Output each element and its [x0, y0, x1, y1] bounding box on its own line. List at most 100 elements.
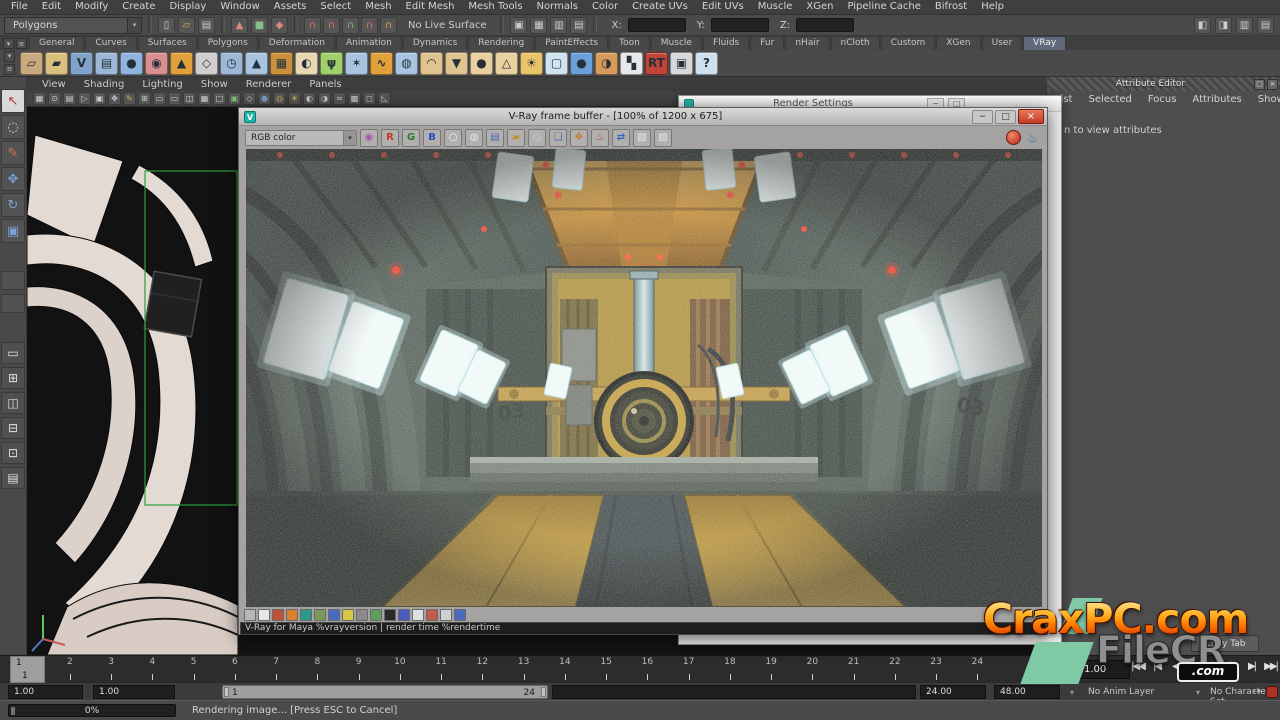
- viewport-menu-item[interactable]: Show: [192, 78, 237, 91]
- move-tool[interactable]: ✥: [1, 167, 25, 191]
- vfb-history-a-icon[interactable]: [272, 609, 284, 621]
- ambient-occlusion-icon[interactable]: ◑: [318, 92, 331, 105]
- timeline-frame[interactable]: 13: [503, 656, 544, 683]
- select-camera-icon[interactable]: ▦: [33, 92, 46, 105]
- select-hierarchy-icon[interactable]: ▲: [231, 17, 248, 34]
- timeline-frame[interactable]: 24: [957, 656, 998, 683]
- animation-start-field[interactable]: 1.00: [8, 685, 83, 699]
- vray-light-cage-icon[interactable]: ◇: [195, 52, 218, 75]
- timeline-frame[interactable]: 10: [379, 656, 420, 683]
- vray-hair-icon[interactable]: ∿: [370, 52, 393, 75]
- open-scene-icon[interactable]: ▱: [178, 17, 195, 34]
- vfb-region-render-icon[interactable]: ▧: [633, 129, 651, 147]
- vray-sun-icon[interactable]: ☀: [520, 52, 543, 75]
- vray-frame-buffer-window[interactable]: V V-Ray frame buffer - [100% of 1200 x 6…: [238, 107, 1048, 635]
- menu-item[interactable]: Normals: [530, 0, 585, 14]
- menu-item[interactable]: Display: [162, 0, 213, 14]
- viewport-menu-item[interactable]: Renderer: [237, 78, 301, 91]
- menuset-dropdown[interactable]: Polygons ▾: [4, 17, 142, 34]
- vray-dome-sphere-icon[interactable]: ◐: [295, 52, 318, 75]
- shelf-tab[interactable]: PaintEffects: [535, 36, 608, 50]
- timeline-frame[interactable]: 20: [792, 656, 833, 683]
- snap-live-surface-icon[interactable]: ∩: [380, 17, 397, 34]
- timeline-frame[interactable]: 7: [256, 656, 297, 683]
- safe-title-icon[interactable]: ▣: [228, 92, 241, 105]
- safe-action-icon[interactable]: □: [213, 92, 226, 105]
- shelf-tab-chevron-icon[interactable]: ▾: [4, 51, 15, 62]
- vray-fire-icon[interactable]: ▲: [170, 52, 193, 75]
- timeline-frame[interactable]: 12: [462, 656, 503, 683]
- playback-end-field[interactable]: 24.00: [920, 685, 986, 699]
- vfb-history-c-icon[interactable]: [300, 609, 312, 621]
- channel-dropdown[interactable]: RGB color ▾: [245, 130, 357, 146]
- vray-material-sphere-icon[interactable]: ●: [570, 52, 593, 75]
- vfb-alpha-icon[interactable]: ◍: [465, 129, 483, 147]
- chevron-down-icon[interactable]: ▾: [1196, 688, 1200, 697]
- menu-item[interactable]: Help: [974, 0, 1011, 14]
- grid-icon[interactable]: ⊞: [138, 92, 151, 105]
- set-key-icon[interactable]: ⊶: [1252, 687, 1261, 697]
- attribute-editor-titlebar[interactable]: Attribute Editor □ ×: [1047, 77, 1280, 91]
- vray-texture-panel-icon[interactable]: ▦: [270, 52, 293, 75]
- vfb-abort-render-icon[interactable]: [1006, 130, 1021, 145]
- layout-hypershade-persp[interactable]: ⊡: [1, 442, 25, 464]
- shelf-tab[interactable]: Surfaces: [138, 36, 197, 50]
- minimize-button[interactable]: −: [972, 110, 993, 124]
- viewport-menu-item[interactable]: View: [33, 78, 75, 91]
- attribute-editor-menu-item[interactable]: Attributes: [1184, 94, 1249, 105]
- tool-settings-toggle-icon[interactable]: ▥: [1236, 17, 1253, 34]
- vray-help-icon[interactable]: ?: [695, 52, 718, 75]
- open-render-view-icon[interactable]: ▦: [530, 17, 547, 34]
- timeline-frame[interactable]: 23: [916, 656, 957, 683]
- motion-blur-icon[interactable]: ≈: [333, 92, 346, 105]
- grease-pencil-icon[interactable]: ✎: [123, 92, 136, 105]
- vfb-red-channel-icon[interactable]: R: [381, 129, 399, 147]
- vray-dome-light-icon[interactable]: ◠: [420, 52, 443, 75]
- menu-item[interactable]: Muscle: [751, 0, 800, 14]
- layout-persp-uv[interactable]: ▤: [1, 467, 25, 489]
- shelf-tab[interactable]: nHair: [785, 36, 829, 50]
- menu-item[interactable]: Select: [313, 0, 358, 14]
- menu-item[interactable]: Window: [213, 0, 266, 14]
- vray-cone-sphere-icon[interactable]: ▲: [245, 52, 268, 75]
- layout-persp-outliner[interactable]: ◫: [1, 392, 25, 414]
- vfb-history-e-icon[interactable]: [328, 609, 340, 621]
- time-slider[interactable]: 123456789101112131415161718192021222324 …: [0, 655, 1280, 682]
- vray-sphere-light-icon[interactable]: ●: [470, 52, 493, 75]
- vray-rt-icon[interactable]: RT: [645, 52, 668, 75]
- auto-keyframe-toggle[interactable]: [1266, 686, 1278, 698]
- close-button[interactable]: ×: [1018, 109, 1044, 124]
- vfb-history-l-icon[interactable]: [426, 609, 438, 621]
- attribute-editor-menu-item[interactable]: Selected: [1080, 94, 1139, 105]
- menu-item[interactable]: File: [4, 0, 35, 14]
- timeline-frame[interactable]: 22: [874, 656, 915, 683]
- vfb-compare-icon[interactable]: ▨: [654, 129, 672, 147]
- range-end-handle[interactable]: [541, 687, 546, 697]
- field-chart-icon[interactable]: ▦: [198, 92, 211, 105]
- image-plane-icon[interactable]: ▣: [93, 92, 106, 105]
- anim-layer-dropdown[interactable]: No Anim Layer: [1088, 687, 1154, 697]
- pan-zoom-icon[interactable]: ✥: [108, 92, 121, 105]
- save-scene-icon[interactable]: ▤: [198, 17, 215, 34]
- shelf-tab[interactable]: User: [982, 36, 1023, 50]
- vfb-doc-icon[interactable]: [258, 609, 270, 621]
- vfb-history-d-icon[interactable]: [314, 609, 326, 621]
- channel-box-toggle-icon[interactable]: ▤: [1257, 17, 1274, 34]
- step-forward-key-button[interactable]: ▶|: [1242, 661, 1261, 672]
- vfb-rt-icon[interactable]: ⇄: [612, 129, 630, 147]
- lasso-select-tool[interactable]: ◌: [1, 115, 25, 139]
- menu-item[interactable]: Create: [115, 0, 162, 14]
- render-current-frame-icon[interactable]: ▥: [550, 17, 567, 34]
- shelf-tab[interactable]: Curves: [85, 36, 136, 50]
- timeline-frame[interactable]: 4: [132, 656, 173, 683]
- timeline-frame[interactable]: 6: [214, 656, 255, 683]
- modeling-toolkit-toggle-icon[interactable]: ◧: [1194, 17, 1211, 34]
- vray-sky-icon[interactable]: ▢: [545, 52, 568, 75]
- construction-history-icon[interactable]: ▣: [510, 17, 527, 34]
- vfb-stamp-icon[interactable]: ♨: [591, 129, 609, 147]
- animation-end-field[interactable]: 48.00: [994, 685, 1060, 699]
- viewport-menu-item[interactable]: Lighting: [133, 78, 191, 91]
- x-coord-input[interactable]: [628, 18, 686, 32]
- shadows-icon[interactable]: ◐: [303, 92, 316, 105]
- restore-panel-icon[interactable]: □: [1254, 79, 1265, 90]
